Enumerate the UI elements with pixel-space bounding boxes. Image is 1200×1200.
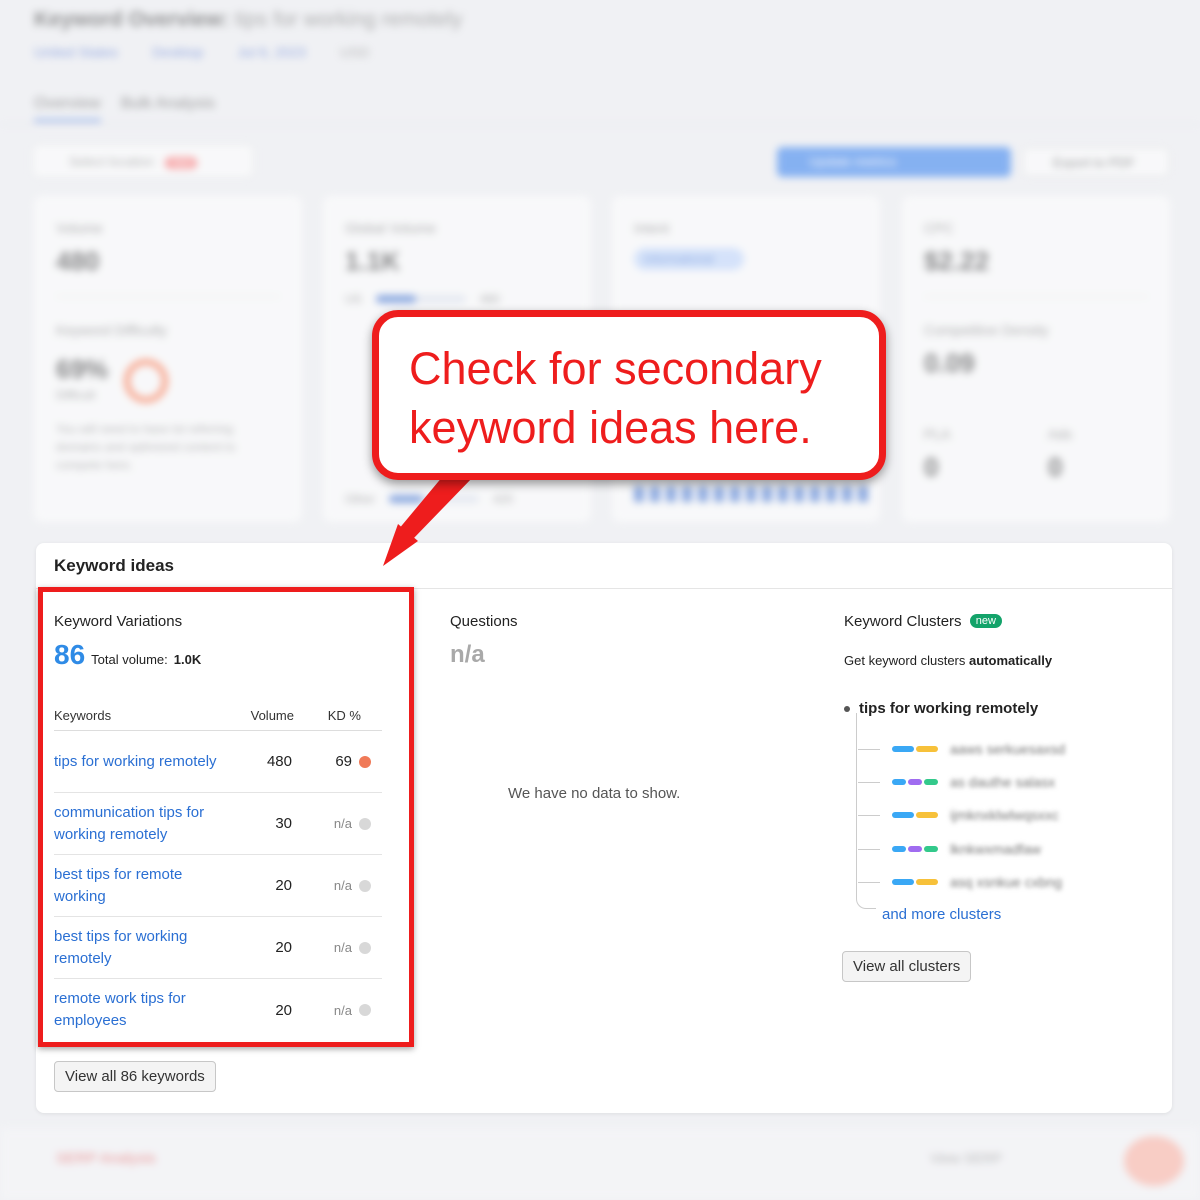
location-select[interactable]: Select location new [32,144,254,178]
cluster-color-icon [892,879,938,885]
view-all-keywords-button[interactable]: View all 86 keywords [54,1061,216,1092]
filter-country[interactable]: United States [34,44,118,60]
page-title: Keyword Overview: tips for working remot… [34,8,463,31]
filter-currency: USD [339,44,370,60]
keyword-clusters-section: Keyword Clusters new Get keyword cluster… [844,613,1144,923]
cluster-item: ijmknxklwlwqsxxc [858,807,1059,823]
cluster-item: aaws serkuesaxsd [858,741,1065,757]
questions-title: Questions [450,613,518,630]
questions-section: Questions n/a [450,613,830,668]
new-badge: new [165,157,198,169]
clusters-title: Keyword Clusters new [844,613,1144,630]
bullet-icon [844,705,850,712]
cpc-card: CPC $2.22 Competitive Density 0.09 PLA 0… [902,196,1170,522]
update-metrics-button[interactable]: Update metrics [777,147,1011,177]
cluster-color-icon [892,812,938,818]
questions-value: n/a [450,641,485,668]
header-divider [0,124,1200,125]
more-clusters-link[interactable]: and more clusters [882,906,1001,923]
new-badge: new [969,614,1002,628]
chat-bubble-icon[interactable] [1124,1136,1184,1186]
panel-title: Keyword ideas [54,556,174,575]
tab-bulk-analysis[interactable]: Bulk Analysis [121,95,215,122]
tab-bar: Overview Bulk Analysis [34,95,215,122]
filter-date[interactable]: Jul 6, 2023 [237,44,306,60]
view-all-clusters-button[interactable]: View all clusters [842,951,972,982]
highlight-box [38,587,414,1047]
no-data-message: We have no data to show. [508,785,681,802]
difficulty-donut [124,359,168,403]
tab-overview[interactable]: Overview [34,95,101,122]
cluster-item: as dauthe salasx [858,774,1055,790]
clusters-description: Get keyword clusters automatically [844,653,1053,668]
volume-card: Volume 480 Keyword Difficulty 69% Diffic… [34,196,302,522]
callout-text: Check for secondary keyword ideas here. [409,343,822,453]
cluster-item: asq xsnkue cxbng [858,874,1062,890]
callout-bubble: Check for secondary keyword ideas here. [372,310,886,480]
intent-pill: Informational [634,248,744,270]
filter-device[interactable]: Desktop [152,44,203,60]
cluster-item: lknkwxmadfaw [858,841,1041,857]
trend-bars [634,486,868,502]
footer-section: SERP Analysis View SERP [0,1128,1200,1200]
export-pdf-button[interactable]: Export to PDF [1022,147,1170,177]
filter-bar: United States Desktop Jul 6, 2023 USD [34,44,369,60]
cluster-color-icon [892,779,938,785]
cluster-color-icon [892,846,938,852]
cluster-color-icon [892,746,938,752]
